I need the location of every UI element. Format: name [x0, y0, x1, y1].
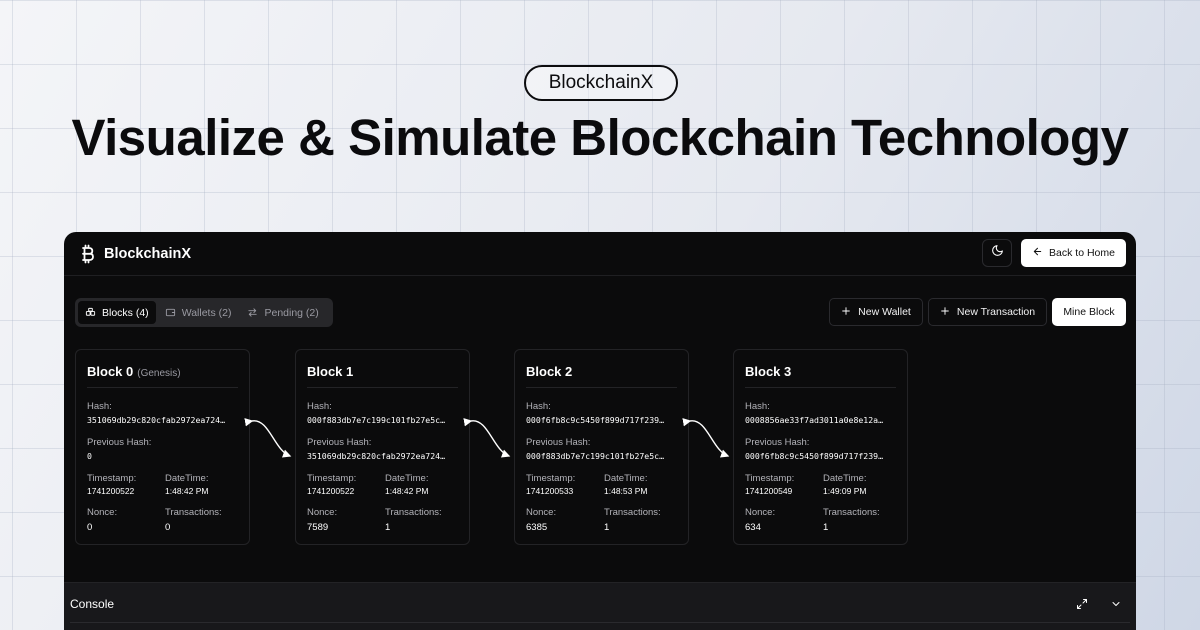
- timestamp-label: Timestamp:: [745, 473, 795, 484]
- timestamp-value: 1741200533: [526, 486, 574, 496]
- blocks-icon: [85, 307, 96, 318]
- datetime-value: 1:48:42 PM: [165, 486, 209, 496]
- block-name: Block 0: [87, 364, 134, 379]
- datetime-label: DateTime:: [823, 473, 867, 484]
- back-to-home-label: Back to Home: [1049, 247, 1115, 259]
- hash-label: Hash:: [87, 401, 112, 412]
- transactions-label: Transactions:: [385, 507, 442, 518]
- previous-hash-value: 0: [87, 451, 92, 461]
- block-title: Block 2: [526, 350, 677, 388]
- transactions-value: 1: [823, 522, 829, 533]
- block-title: Block 1: [307, 350, 458, 388]
- datetime-label: DateTime:: [604, 473, 648, 484]
- nonce-label: Nonce:: [526, 507, 557, 518]
- timestamp-label: Timestamp:: [526, 473, 576, 484]
- datetime-value: 1:48:42 PM: [385, 486, 429, 496]
- plus-icon: [841, 306, 851, 319]
- transactions-value: 1: [385, 522, 391, 533]
- nonce-value: 0: [87, 522, 93, 533]
- console-log: [70, 622, 1130, 630]
- chain-link-arrow: [463, 418, 511, 458]
- datetime-label: DateTime:: [385, 473, 429, 484]
- app-window: BlockchainX Back to Home Blocks (4) Wall…: [64, 232, 1136, 630]
- wallet-icon: [165, 307, 176, 318]
- datetime-value: 1:49:09 PM: [823, 486, 867, 496]
- datetime-value: 1:48:53 PM: [604, 486, 648, 496]
- hash-value: 351069db29c820cfab2972ea724…: [87, 415, 226, 425]
- previous-hash-value: 351069db29c820cfab2972ea724…: [307, 451, 446, 461]
- transactions-label: Transactions:: [823, 507, 880, 518]
- brand-name: BlockchainX: [104, 246, 192, 262]
- nonce-value: 6385: [526, 522, 548, 533]
- previous-hash-label: Previous Hash:: [526, 437, 591, 448]
- transactions-value: 1: [604, 522, 610, 533]
- new-wallet-button[interactable]: New Wallet: [829, 298, 923, 326]
- mine-block-button[interactable]: Mine Block: [1052, 298, 1126, 326]
- hero-badge: BlockchainX: [524, 65, 678, 101]
- block-card[interactable]: Block 2 Hash: 000f6fb8c9c5450f899d717f23…: [514, 349, 689, 545]
- tab-blocks[interactable]: Blocks (4): [78, 301, 156, 324]
- tab-wallets[interactable]: Wallets (2): [158, 301, 239, 324]
- swap-arrows-icon: [247, 307, 258, 318]
- theme-toggle-button[interactable]: [982, 239, 1012, 267]
- new-transaction-button[interactable]: New Transaction: [928, 298, 1047, 326]
- block-title: Block 0 (Genesis): [87, 350, 238, 388]
- console-title: Console: [70, 597, 115, 611]
- console-panel: Console: [64, 582, 1136, 630]
- block-title: Block 3: [745, 350, 896, 388]
- timestamp-value: 1741200549: [745, 486, 793, 496]
- bitcoin-icon: [80, 244, 94, 264]
- previous-hash-label: Previous Hash:: [307, 437, 372, 448]
- block-card[interactable]: Block 0 (Genesis) Hash: 351069db29c820cf…: [75, 349, 250, 545]
- tab-blocks-label: Blocks (4): [102, 306, 149, 319]
- timestamp-value: 1741200522: [307, 486, 355, 496]
- hash-label: Hash:: [526, 401, 551, 412]
- previous-hash-label: Previous Hash:: [87, 437, 152, 448]
- arrow-left-icon: [1032, 246, 1043, 260]
- hash-value: 0008856ae33f7ad3011a0e8e12a…: [745, 415, 884, 425]
- expand-icon[interactable]: [1076, 597, 1088, 615]
- block-name: Block 3: [745, 364, 792, 379]
- new-wallet-label: New Wallet: [858, 306, 911, 318]
- hash-value: 000f6fb8c9c5450f899d717f239…: [526, 415, 665, 425]
- tab-pending[interactable]: Pending (2): [240, 301, 325, 324]
- nonce-label: Nonce:: [87, 507, 118, 518]
- view-tabs: Blocks (4) Wallets (2) Pending (2): [75, 298, 333, 327]
- new-transaction-label: New Transaction: [956, 306, 1036, 318]
- timestamp-value: 1741200522: [87, 486, 135, 496]
- hash-value: 000f883db7e7c199c101fb27e5c…: [307, 415, 446, 425]
- tab-pending-label: Pending (2): [264, 306, 319, 319]
- hash-label: Hash:: [307, 401, 332, 412]
- transactions-label: Transactions:: [604, 507, 661, 518]
- transactions-label: Transactions:: [165, 507, 222, 518]
- tab-wallets-label: Wallets (2): [181, 306, 232, 319]
- datetime-label: DateTime:: [165, 473, 209, 484]
- chevron-down-icon[interactable]: [1110, 597, 1122, 615]
- hero-title: Visualize & Simulate Blockchain Technolo…: [71, 109, 1129, 166]
- moon-icon: [991, 244, 1004, 262]
- back-to-home-button[interactable]: Back to Home: [1021, 239, 1126, 267]
- plus-icon: [940, 306, 950, 319]
- nonce-label: Nonce:: [307, 507, 338, 518]
- previous-hash-value: 000f6fb8c9c5450f899d717f239…: [745, 451, 884, 461]
- nonce-value: 634: [745, 522, 761, 533]
- block-card[interactable]: Block 3 Hash: 0008856ae33f7ad3011a0e8e12…: [733, 349, 908, 545]
- nonce-label: Nonce:: [745, 507, 776, 518]
- brand[interactable]: BlockchainX: [80, 244, 191, 264]
- block-card[interactable]: Block 1 Hash: 000f883db7e7c199c101fb27e5…: [295, 349, 470, 545]
- chain-link-arrow: [244, 418, 292, 458]
- block-name: Block 1: [307, 364, 354, 379]
- block-subtitle: (Genesis): [137, 368, 181, 379]
- block-name: Block 2: [526, 364, 573, 379]
- previous-hash-value: 000f883db7e7c199c101fb27e5c…: [526, 451, 665, 461]
- hash-label: Hash:: [745, 401, 770, 412]
- chain-link-arrow: [682, 418, 730, 458]
- mine-block-label: Mine Block: [1063, 306, 1115, 318]
- timestamp-label: Timestamp:: [307, 473, 357, 484]
- app-header: BlockchainX Back to Home: [64, 232, 1136, 276]
- previous-hash-label: Previous Hash:: [745, 437, 810, 448]
- nonce-value: 7589: [307, 522, 329, 533]
- timestamp-label: Timestamp:: [87, 473, 137, 484]
- transactions-value: 0: [165, 522, 171, 533]
